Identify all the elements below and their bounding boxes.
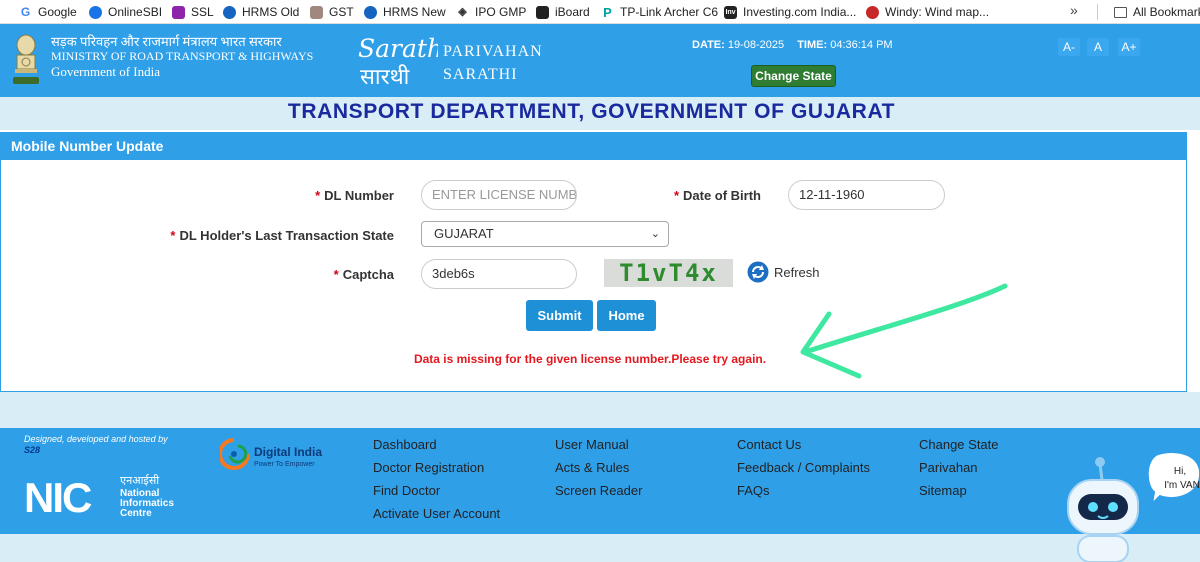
state-select[interactable]: GUJARAT ⌄ xyxy=(421,221,669,247)
panel-title: Mobile Number Update xyxy=(1,133,1186,160)
hrms-icon xyxy=(364,5,377,19)
bookmark-onlinesbi[interactable]: OnlineSBI xyxy=(89,0,162,24)
svg-text:Centre: Centre xyxy=(120,508,152,518)
google-icon: G xyxy=(19,4,32,19)
brand-line-2: SARATHI xyxy=(443,66,518,83)
ministry-hindi: सड़क परिवहन और राजमार्ग मंत्रालय भारत सर… xyxy=(51,34,282,49)
footer-link-faqs[interactable]: FAQs xyxy=(737,483,770,498)
required-mark: * xyxy=(673,188,679,203)
bookmark-google[interactable]: G Google xyxy=(19,0,77,24)
captcha-label: * Captcha xyxy=(333,267,394,282)
change-state-button[interactable]: Change State xyxy=(751,65,836,87)
all-bookmarks[interactable]: All Bookmarks xyxy=(1114,0,1200,24)
bookmark-windy[interactable]: Windy: Wind map... xyxy=(866,0,989,24)
svg-text:Power To Empower: Power To Empower xyxy=(254,461,315,468)
svg-text:Hi,: Hi, xyxy=(1174,466,1186,477)
bookmark-ssl[interactable]: SSL xyxy=(172,0,214,24)
date-value: 19-08-2025 xyxy=(727,39,785,51)
hrms-icon xyxy=(223,5,236,19)
footer-link-user-manual[interactable]: User Manual xyxy=(555,437,629,452)
home-button[interactable]: Home xyxy=(597,300,656,331)
dob-input[interactable]: 12-11-1960 xyxy=(788,180,945,210)
bookmark-hrms-old[interactable]: HRMS Old xyxy=(223,0,299,24)
captcha-input[interactable]: 3deb6s xyxy=(421,259,577,289)
digital-india-logo[interactable]: Digital India Power To Empower xyxy=(220,434,330,474)
windy-icon xyxy=(866,5,879,19)
svg-text:I'm VAN: I'm VAN xyxy=(1164,480,1200,491)
font-increase-button[interactable]: A+ xyxy=(1118,38,1140,56)
chevron-down-icon: ⌄ xyxy=(650,228,660,240)
site-header: सड़क परिवहन और राजमार्ग मंत्रालय भारत सर… xyxy=(0,24,1200,97)
footer-link-screen-reader[interactable]: Screen Reader xyxy=(555,483,642,498)
footer-gap xyxy=(0,392,1200,428)
department-title: TRANSPORT DEPARTMENT, GOVERNMENT OF GUJA… xyxy=(287,100,896,123)
logo-word-en: Sarathi xyxy=(358,34,438,63)
bookmarks-bar: G Google OnlineSBI SSL HRMS Old GST HRMS … xyxy=(0,0,1200,24)
date-label: DATE: xyxy=(692,39,725,51)
submit-button[interactable]: Submit xyxy=(526,300,593,331)
footer-link-parivahan[interactable]: Parivahan xyxy=(919,460,978,475)
diamond-icon: ◈ xyxy=(458,5,467,18)
dl-number-input[interactable]: ENTER LICENSE NUMBER xyxy=(421,180,577,210)
brand-name: PARIVAHAN SARATHI xyxy=(443,40,543,86)
bookmark-tplink[interactable]: P TP-Link Archer C6 xyxy=(601,0,718,24)
brand-line-1: PARIVAHAN xyxy=(443,43,543,60)
time-label: TIME: xyxy=(797,39,828,51)
government-label: Government of India xyxy=(51,64,161,79)
bookmark-hrms-new[interactable]: HRMS New xyxy=(364,0,446,24)
investing-icon: Inv xyxy=(724,5,737,19)
svg-text:NIC: NIC xyxy=(24,474,92,518)
footer-link-find-doctor[interactable]: Find Doctor xyxy=(373,483,440,498)
required-mark: * xyxy=(315,188,321,203)
bookmarks-overflow-icon[interactable]: » xyxy=(1070,2,1078,18)
footer-bottom-strip xyxy=(0,534,1200,562)
svg-text:Digital India: Digital India xyxy=(254,445,322,459)
chatbot-assistant-icon[interactable]: Hi, I'm VAN xyxy=(1060,446,1200,562)
bookmarks-divider xyxy=(1097,4,1098,20)
footer-link-activate-account[interactable]: Activate User Account xyxy=(373,506,500,521)
credit-text: Designed, developed and hosted by S28 xyxy=(24,434,168,455)
folder-icon xyxy=(1114,6,1127,18)
bookmark-iboard[interactable]: iBoard xyxy=(536,0,590,24)
state-label: * DL Holder's Last Transaction State xyxy=(170,228,394,243)
footer-link-dashboard[interactable]: Dashboard xyxy=(373,437,437,452)
sarathi-logo[interactable]: Sarathi सारथी xyxy=(356,30,438,90)
iboard-icon xyxy=(536,5,549,19)
footer-link-contact-us[interactable]: Contact Us xyxy=(737,437,801,452)
font-decrease-button[interactable]: A- xyxy=(1058,38,1080,56)
nic-logo[interactable]: NIC एनआईसी National Informatics Centre xyxy=(24,472,194,518)
bookmark-investing[interactable]: Inv Investing.com India... xyxy=(724,0,856,24)
state-select-value: GUJARAT xyxy=(434,226,494,241)
footer-link-sitemap[interactable]: Sitemap xyxy=(919,483,967,498)
bookmark-gst[interactable]: GST xyxy=(310,0,354,24)
captcha-image: T1vT4x xyxy=(604,259,733,287)
logo-word-hi: सारथी xyxy=(360,64,410,90)
refresh-link[interactable]: Refresh xyxy=(774,265,820,280)
dob-label: * Date of Birth xyxy=(673,188,761,203)
footer-link-acts-rules[interactable]: Acts & Rules xyxy=(555,460,629,475)
footer-link-change-state[interactable]: Change State xyxy=(919,437,999,452)
svg-text:एनआईसी: एनआईसी xyxy=(120,474,159,487)
date-time: DATE: 19-08-2025 TIME: 04:36:14 PM xyxy=(692,39,903,51)
tplink-icon: P xyxy=(603,4,612,20)
required-mark: * xyxy=(170,228,176,243)
ministry-english: MINISTRY OF ROAD TRANSPORT & HIGHWAYS xyxy=(51,49,314,63)
footer-link-doctor-registration[interactable]: Doctor Registration xyxy=(373,460,484,475)
ministry-name: सड़क परिवहन और राजमार्ग मंत्रालय भारत सर… xyxy=(51,34,313,79)
national-emblem-icon xyxy=(13,34,39,84)
bookmark-ipo-gmp[interactable]: ◈ IPO GMP xyxy=(456,0,526,24)
sbi-icon xyxy=(89,5,102,19)
footer-link-feedback[interactable]: Feedback / Complaints xyxy=(737,460,870,475)
font-normal-button[interactable]: A xyxy=(1087,38,1109,56)
annotation-arrow xyxy=(800,283,1008,379)
required-mark: * xyxy=(333,267,339,282)
ssl-icon xyxy=(172,5,185,19)
refresh-icon[interactable] xyxy=(747,261,769,283)
dl-number-label: * DL Number xyxy=(315,188,394,203)
time-value: 04:36:14 PM xyxy=(830,39,893,51)
credit-org: S28 xyxy=(24,445,41,455)
emblem-icon xyxy=(310,5,323,19)
